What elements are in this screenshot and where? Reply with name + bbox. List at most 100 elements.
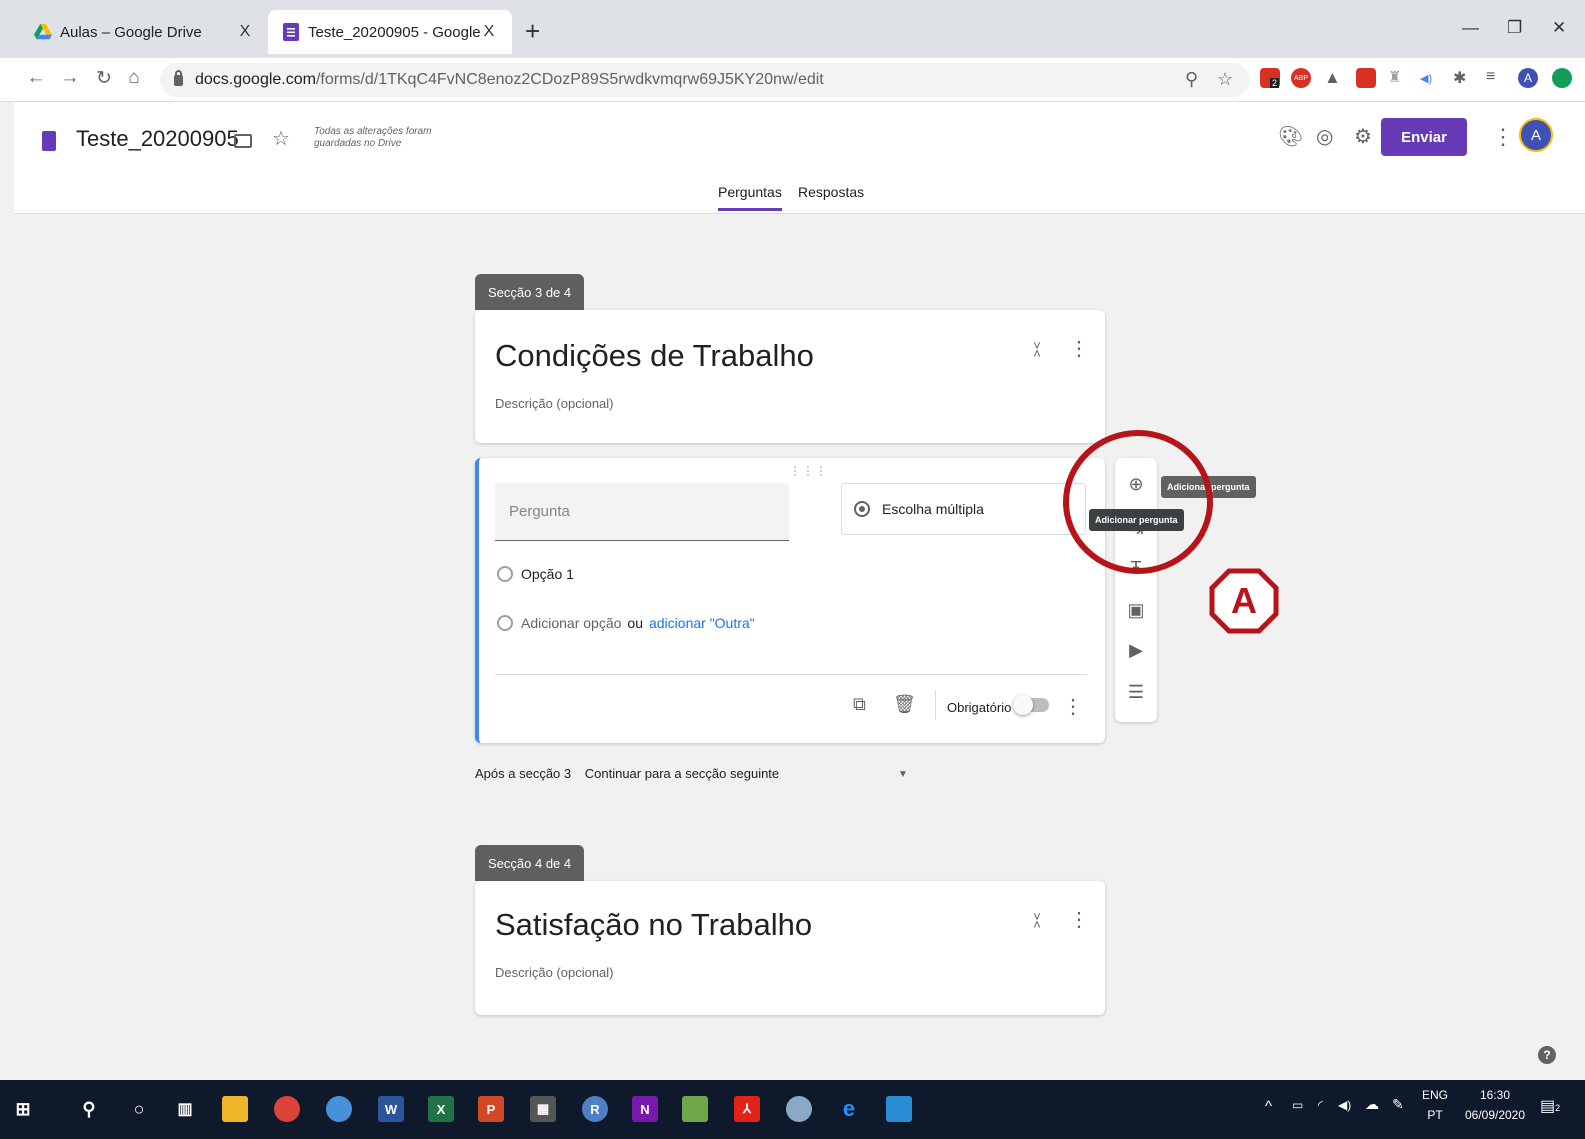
more-vert-icon[interactable]: ⋮ (1063, 694, 1083, 719)
adblock-icon[interactable]: ABP (1291, 68, 1311, 88)
extension-ghost-icon[interactable]: ♜ (1388, 68, 1408, 88)
palette-icon[interactable]: 🎨︎ (1278, 124, 1303, 149)
more-vert-icon[interactable]: ⋮ (1069, 907, 1089, 932)
back-icon[interactable]: ← (24, 67, 48, 89)
delete-trash-icon[interactable]: 🗑︎ (893, 694, 916, 715)
search-icon[interactable]: ⚲ (76, 1096, 102, 1122)
reading-list-icon[interactable]: ≡ (1486, 68, 1506, 88)
pen-icon[interactable]: ✎ (1392, 1096, 1404, 1113)
preview-eye-icon[interactable]: ◎ (1316, 124, 1333, 149)
omnibox[interactable]: docs.google.com/forms/d/1TKqC4FvNC8enoz2… (160, 63, 1250, 97)
after-section-control[interactable]: Após a secção 3 Continuar para a secção … (475, 766, 779, 781)
close-tab-icon[interactable]: X (236, 23, 254, 41)
clock-date[interactable]: 06/09/2020 (1458, 1108, 1532, 1122)
add-other-link[interactable]: adicionar "Outra" (649, 615, 755, 631)
extension-audio-icon[interactable]: ◀) (1420, 72, 1440, 92)
section-header-card[interactable]: Satisfação no Trabalho Descrição (opcion… (475, 881, 1105, 1015)
required-toggle[interactable] (1013, 695, 1049, 715)
after-section-value[interactable]: Continuar para a secção seguinte (585, 766, 779, 781)
or-text: ou (627, 615, 643, 631)
wifi-icon[interactable]: ◜ (1318, 1098, 1323, 1112)
settings-gear-icon[interactable]: ⚙ (1354, 124, 1372, 149)
update-icon[interactable] (1552, 68, 1572, 88)
network-icon[interactable]: ▭ (1292, 1098, 1303, 1112)
add-option-link[interactable]: Adicionar opção (521, 615, 621, 631)
question-title-input[interactable]: Pergunta (495, 483, 789, 541)
notification-icon[interactable]: ▤2 (1540, 1096, 1560, 1116)
drag-handle-icon[interactable]: ⋮⋮⋮ (789, 464, 828, 478)
annotation-circle (1063, 430, 1213, 574)
collapse-icon[interactable]: ˅ ˄ (1030, 339, 1044, 360)
section-header-card[interactable]: Condições de Trabalho Descrição (opciona… (475, 310, 1105, 443)
volume-icon[interactable]: ◀) (1338, 1098, 1351, 1112)
new-tab-button[interactable]: + (525, 14, 540, 48)
calculator-icon[interactable]: ▦ (530, 1096, 556, 1122)
file-explorer-icon[interactable] (222, 1096, 248, 1122)
option-label[interactable]: Opção 1 (521, 566, 574, 582)
dropdown-caret-icon[interactable]: ▼ (898, 769, 908, 780)
tray-chevron-icon[interactable]: ^ (1265, 1098, 1272, 1115)
bookmark-star-icon[interactable]: ☆ (1217, 69, 1233, 90)
acrobat-icon[interactable]: ⅄ (734, 1096, 760, 1122)
home-icon[interactable]: ⌂ (122, 67, 146, 89)
tab-respostas[interactable]: Respostas (798, 184, 864, 208)
option-row[interactable]: Opção 1 (497, 566, 574, 582)
app-icon[interactable] (786, 1096, 812, 1122)
chart-app-icon[interactable] (682, 1096, 708, 1122)
cortana-icon[interactable]: ○ (126, 1096, 152, 1122)
onedrive-icon[interactable]: ☁ (1365, 1096, 1379, 1113)
collapse-icon[interactable]: ˅ ˄ (1030, 910, 1044, 931)
folder-icon[interactable] (234, 134, 252, 148)
forward-icon[interactable]: → (58, 67, 82, 89)
edge-icon[interactable]: e (836, 1096, 862, 1122)
lang-top[interactable]: ENG (1420, 1088, 1450, 1102)
photos-icon[interactable] (886, 1096, 912, 1122)
minimize-icon[interactable]: — (1462, 18, 1479, 38)
close-window-icon[interactable]: ✕ (1552, 18, 1566, 38)
star-icon[interactable]: ☆ (272, 126, 290, 151)
section-description[interactable]: Descrição (opcional) (495, 965, 614, 980)
question-card[interactable]: ⋮⋮⋮ Pergunta Escolha múltipla Opção 1 Ad… (475, 458, 1105, 743)
question-type-select[interactable]: Escolha múltipla (841, 483, 1086, 535)
account-avatar[interactable]: A (1519, 118, 1553, 152)
powerpoint-icon[interactable]: P (478, 1096, 504, 1122)
clock-time[interactable]: 16:30 (1458, 1088, 1532, 1102)
form-title[interactable]: Teste_20200905 (76, 126, 239, 152)
close-tab-icon[interactable]: X (480, 23, 498, 41)
google-forms-icon (283, 23, 299, 41)
extensions-puzzle-icon[interactable]: ✱ (1453, 68, 1473, 88)
extension-mail-icon[interactable]: 2 (1260, 68, 1280, 88)
add-video-icon[interactable]: ▶ (1126, 640, 1146, 660)
chrome-icon[interactable] (274, 1096, 300, 1122)
excel-icon[interactable]: X (428, 1096, 454, 1122)
more-vert-icon[interactable]: ⋮ (1492, 124, 1514, 150)
address-toolbar: ← → ↻ ⌂ docs.google.com/forms/d/1TKqC4Fv… (0, 58, 1585, 102)
app-globe-icon[interactable] (326, 1096, 352, 1122)
send-button[interactable]: Enviar (1381, 118, 1467, 156)
help-icon[interactable]: ? (1538, 1046, 1556, 1064)
duplicate-icon[interactable]: ⧉ (853, 694, 866, 715)
divider (935, 690, 936, 720)
tab-google-drive[interactable]: Aulas – Google Drive X (20, 10, 268, 54)
section-title[interactable]: Condições de Trabalho (495, 338, 814, 374)
more-vert-icon[interactable]: ⋮ (1069, 336, 1089, 361)
section-description[interactable]: Descrição (opcional) (495, 396, 614, 411)
restore-icon[interactable]: ❐ (1507, 18, 1522, 38)
r-icon[interactable]: R (582, 1096, 608, 1122)
lang-bottom[interactable]: PT (1420, 1108, 1450, 1122)
tab-perguntas[interactable]: Perguntas (718, 184, 782, 211)
task-view-icon[interactable]: ▥ (172, 1096, 198, 1122)
reload-icon[interactable]: ↻ (92, 67, 116, 90)
windows-start-icon[interactable]: ⊞ (10, 1096, 36, 1122)
add-image-icon[interactable]: ▣ (1126, 600, 1146, 620)
profile-avatar[interactable]: A (1518, 68, 1538, 88)
add-section-icon[interactable]: ☰ (1126, 682, 1146, 702)
tab-google-forms[interactable]: Teste_20200905 - Google Forms X (268, 10, 512, 54)
annotation-label-a: A (1209, 568, 1279, 634)
word-icon[interactable]: W (378, 1096, 404, 1122)
drive-ext-icon[interactable]: ▲ (1324, 68, 1344, 88)
zoom-icon[interactable]: ⚲ (1185, 69, 1198, 90)
section-title[interactable]: Satisfação no Trabalho (495, 907, 812, 943)
extension-red-icon[interactable] (1356, 68, 1376, 88)
onenote-icon[interactable]: N (632, 1096, 658, 1122)
